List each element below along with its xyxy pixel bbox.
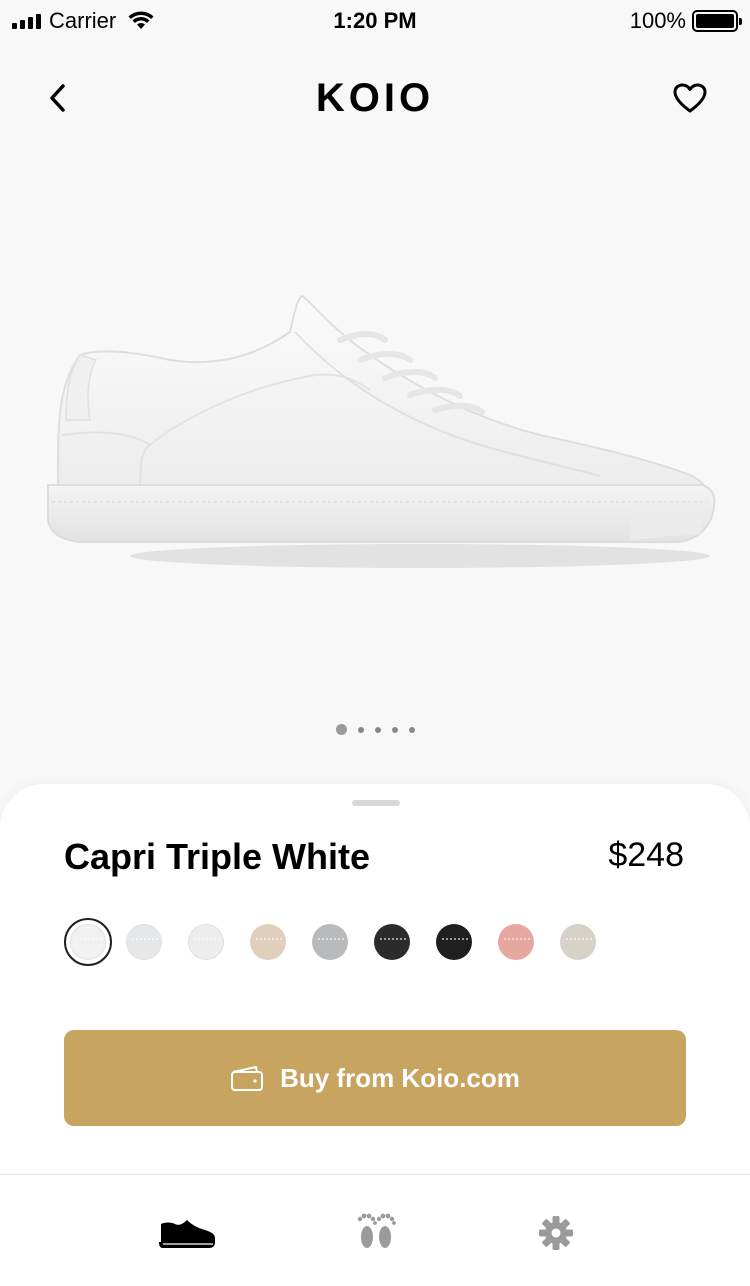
color-swatch-dot (188, 924, 224, 960)
color-swatch[interactable] (64, 918, 126, 966)
gear-icon (539, 1216, 573, 1250)
page-dot-4[interactable] (391, 726, 398, 733)
status-bar: Carrier 1:20 PM 100% (0, 0, 750, 40)
color-swatch-dot (436, 924, 472, 960)
color-swatch-dot (312, 924, 348, 960)
color-swatch[interactable] (560, 918, 622, 966)
selected-swatch-ring (64, 918, 112, 966)
favorite-button[interactable] (670, 78, 710, 118)
status-right: 100% (629, 8, 742, 34)
color-swatch-dot (126, 924, 162, 960)
color-swatch[interactable] (188, 918, 250, 966)
product-image[interactable] (40, 270, 720, 590)
buy-button-label: Buy from Koio.com (280, 1062, 520, 1093)
product-name: Capri Triple White (64, 836, 371, 877)
tab-size[interactable] (344, 1211, 408, 1255)
color-swatch[interactable] (312, 918, 374, 966)
product-sheet: Capri Triple White $248 Buy from Koio.co… (0, 784, 750, 1174)
page-dot-1[interactable] (335, 724, 347, 735)
color-swatch-dot (498, 924, 534, 960)
wallet-icon (231, 1066, 264, 1091)
color-swatch[interactable] (250, 918, 312, 966)
tab-bar (0, 1174, 750, 1286)
product-price: $248 (608, 836, 684, 874)
image-pagination[interactable] (0, 724, 750, 735)
color-swatch-dot (560, 924, 596, 960)
sheet-grabber[interactable] (352, 800, 400, 806)
tab-settings[interactable] (524, 1211, 588, 1255)
page-dot-2[interactable] (357, 726, 364, 733)
battery-percent: 100% (629, 8, 686, 33)
tab-shoes[interactable] (155, 1211, 219, 1255)
page-dot-3[interactable] (374, 726, 381, 733)
color-swatches (64, 918, 622, 966)
page-dot-5[interactable] (408, 726, 415, 733)
color-swatch[interactable] (126, 918, 188, 966)
footprints-icon (357, 1213, 396, 1248)
header: KOIO (0, 60, 750, 140)
battery-icon (692, 10, 742, 32)
brand-logo: KOIO (315, 76, 435, 120)
buy-button[interactable]: Buy from Koio.com (64, 1030, 686, 1126)
color-swatch[interactable] (498, 918, 560, 966)
color-swatch-dot (374, 924, 410, 960)
color-swatch-dot (250, 924, 286, 960)
sneaker-icon (159, 1220, 215, 1248)
color-swatch[interactable] (436, 918, 498, 966)
color-swatch-dot (70, 924, 106, 960)
heart-outline-icon (673, 83, 707, 113)
color-swatch[interactable] (374, 918, 436, 966)
